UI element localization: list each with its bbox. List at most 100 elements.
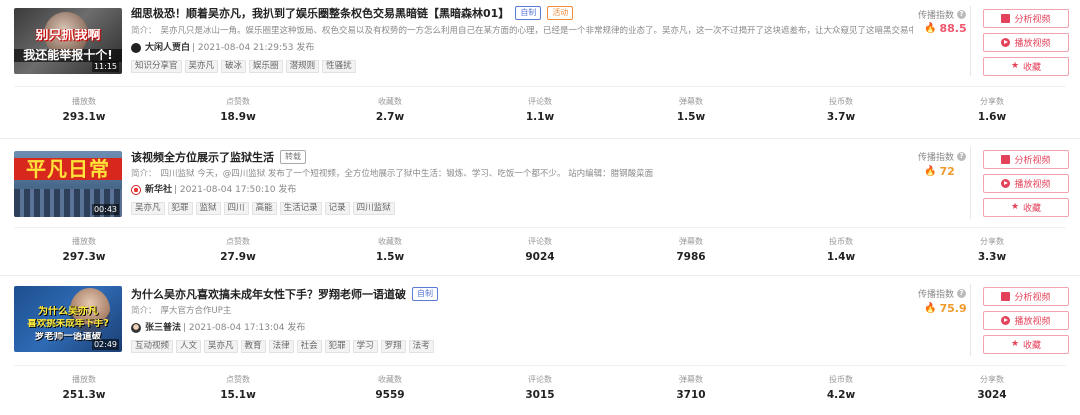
keyword-tag[interactable]: 法考 <box>408 340 434 353</box>
flame-icon: 🔥 <box>924 23 937 34</box>
analyze-video-button[interactable]: 分析视频 <box>983 9 1069 28</box>
title-row: 细思极恐！顺着吴亦凡，我扒到了娱乐圈整条权色交易黑暗链【黑暗森林01】 自制 活… <box>131 5 574 21</box>
play-video-button[interactable]: 播放视频 <box>983 311 1069 330</box>
keyword-tag[interactable]: 犯罪 <box>324 340 350 353</box>
collect-button[interactable]: ★ 收藏 <box>983 57 1069 76</box>
keyword-tag[interactable]: 记录 <box>324 202 350 215</box>
keyword-tag[interactable]: 教育 <box>240 340 266 353</box>
stat-label: 投币数 <box>829 375 853 384</box>
video-thumbnail[interactable]: 别只抓我啊 我还能举报十个! 11:15 <box>14 8 122 74</box>
help-icon[interactable]: ? <box>957 10 967 19</box>
keyword-tag[interactable]: 娱乐圈 <box>249 60 283 73</box>
keyword-tag[interactable]: 犯罪 <box>167 202 193 215</box>
author-avatar[interactable] <box>131 323 141 333</box>
analyze-video-button[interactable]: 分析视频 <box>983 287 1069 306</box>
button-label: 收藏 <box>1023 204 1042 214</box>
author-name[interactable]: 张三普法 <box>145 321 181 335</box>
spread-index-value: 🔥 88.5 <box>924 22 967 35</box>
keyword-tag[interactable]: 互动视频 <box>131 340 174 353</box>
keyword-tag[interactable]: 吴亦凡 <box>204 340 238 353</box>
help-icon[interactable]: ? <box>957 289 967 298</box>
keyword-tag[interactable]: 吴亦凡 <box>184 60 219 73</box>
keyword-tag[interactable]: 法律 <box>268 340 294 353</box>
intro-text: 四川监狱 今天，@四川监狱 发布了一个短视频，全方位地展示了狱中生活：锻炼、学习… <box>160 169 654 179</box>
tag-activity: 活动 <box>547 6 574 20</box>
help-icon[interactable]: ? <box>957 152 967 161</box>
title-row: 该视频全方位展示了监狱生活 转载 <box>131 149 306 165</box>
stat-danmaku-count: 弹幕数 7986 <box>646 236 736 264</box>
stat-label: 评论数 <box>528 97 552 106</box>
keyword-tag[interactable]: 性骚扰 <box>322 60 356 73</box>
keyword-tag[interactable]: 四川监狱 <box>352 202 395 215</box>
keyword-tag[interactable]: 社会 <box>296 340 322 353</box>
collect-button[interactable]: ★ 收藏 <box>983 198 1069 217</box>
spread-index-number: 88.5 <box>939 22 967 35</box>
stat-label: 点赞数 <box>226 375 250 384</box>
author-name[interactable]: 新华社 <box>145 183 172 197</box>
thumbnail-caption: 平凡日常 <box>14 158 122 180</box>
video-duration: 11:15 <box>91 61 119 72</box>
stat-play-count: 播放数 293.1w <box>39 96 129 124</box>
author-name[interactable]: 大闲人贾白 <box>145 41 190 55</box>
stat-value: 3.3w <box>977 251 1007 263</box>
stat-like-count: 点赞数 27.9w <box>193 236 283 264</box>
video-thumbnail[interactable]: 平凡日常 00:43 <box>14 151 122 217</box>
author-avatar[interactable] <box>131 185 141 195</box>
stat-label: 弹幕数 <box>679 237 703 246</box>
keyword-tag[interactable]: 监狱 <box>195 202 221 215</box>
stat-label: 评论数 <box>528 375 552 384</box>
stat-coin-count: 投币数 4.2w <box>796 374 886 402</box>
keyword-tag[interactable]: 吴亦凡 <box>131 202 165 215</box>
collect-button[interactable]: ★ 收藏 <box>983 335 1069 354</box>
chart-icon <box>1001 14 1011 23</box>
star-icon: ★ <box>1010 202 1020 212</box>
stat-label: 分享数 <box>980 237 1004 246</box>
keyword-tag[interactable]: 学习 <box>352 340 378 353</box>
play-icon <box>1001 316 1011 325</box>
stat-value: 4.2w <box>826 389 856 401</box>
author-avatar[interactable] <box>131 43 141 53</box>
keyword-tag[interactable]: 罗翔 <box>380 340 406 353</box>
keyword-tag[interactable]: 四川 <box>223 202 249 215</box>
stat-value: 1.6w <box>977 111 1007 123</box>
stat-value: 1.5w <box>676 111 706 123</box>
stats-divider <box>14 86 1066 87</box>
intro-label: 简介： <box>131 306 157 316</box>
stat-label: 弹幕数 <box>679 375 703 384</box>
stat-label: 收藏数 <box>378 375 402 384</box>
spread-index-text: 传播指数 <box>918 290 955 300</box>
stat-value: 1.4w <box>826 251 856 263</box>
keyword-tag[interactable]: 生活记录 <box>279 202 322 215</box>
intro-text: 厚大官方合作UP主 <box>160 306 232 316</box>
stat-value: 9024 <box>525 251 555 263</box>
stat-label: 评论数 <box>528 237 552 246</box>
video-thumbnail[interactable]: 为什么吴亦凡 喜欢挑未成年下手? 罗老师一语道破 02:49 <box>14 286 122 352</box>
stat-value: 3015 <box>525 389 555 401</box>
keyword-tag[interactable]: 知识分享官 <box>131 60 182 73</box>
button-label: 播放视频 <box>1014 180 1051 190</box>
video-title[interactable]: 细思极恐！顺着吴亦凡，我扒到了娱乐圈整条权色交易黑暗链【黑暗森林01】 <box>131 5 509 21</box>
play-video-button[interactable]: 播放视频 <box>983 33 1069 52</box>
button-label: 播放视频 <box>1014 317 1051 327</box>
stat-like-count: 点赞数 18.9w <box>193 96 283 124</box>
thumbnail-caption: 为什么吴亦凡 <box>38 306 98 317</box>
stat-label: 投币数 <box>829 97 853 106</box>
play-video-button[interactable]: 播放视频 <box>983 174 1069 193</box>
stat-value: 3710 <box>676 389 706 401</box>
keyword-tag[interactable]: 破冰 <box>221 60 247 73</box>
spread-index-label: 传播指数 ? <box>918 8 967 21</box>
tag-self-made: 自制 <box>515 6 542 20</box>
keyword-tag[interactable]: 潜规则 <box>285 60 320 73</box>
video-title[interactable]: 为什么吴亦凡喜欢搞未成年女性下手？罗翔老师一语道破 <box>131 286 406 302</box>
analyze-video-button[interactable]: 分析视频 <box>983 150 1069 169</box>
publish-time: | 2021-08-04 17:50:10 发布 <box>174 185 297 195</box>
keyword-tag[interactable]: 人文 <box>176 340 202 353</box>
stat-favorite-count: 收藏数 2.7w <box>345 96 435 124</box>
stat-value: 3024 <box>977 389 1007 401</box>
stat-danmaku-count: 弹幕数 3710 <box>646 374 736 402</box>
chart-icon <box>1001 155 1011 164</box>
stat-comment-count: 评论数 9024 <box>495 236 585 264</box>
keyword-tag[interactable]: 高能 <box>251 202 277 215</box>
video-title[interactable]: 该视频全方位展示了监狱生活 <box>131 149 274 165</box>
play-icon <box>1001 38 1011 47</box>
